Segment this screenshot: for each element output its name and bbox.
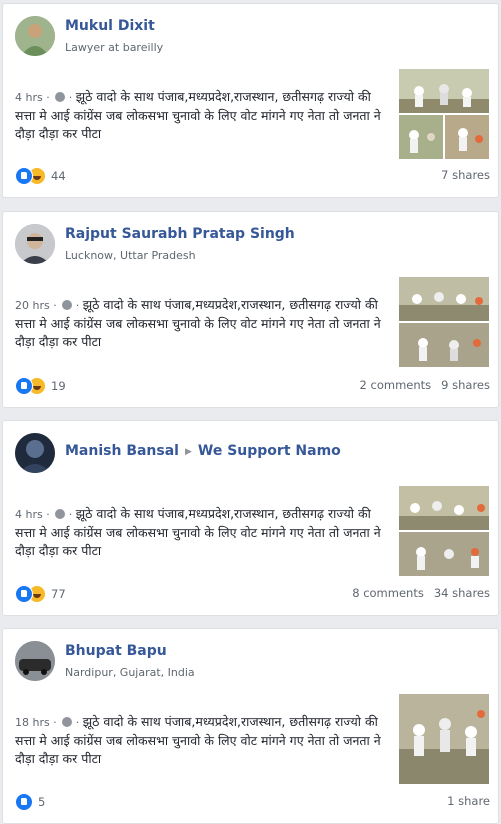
post-image[interactable]	[398, 114, 444, 160]
author-subtitle: Lawyer at bareilly	[65, 41, 164, 54]
post-stats: 8 comments 34 shares	[352, 586, 490, 600]
caret-right-icon: ▶	[184, 447, 192, 457]
post-image[interactable]	[398, 693, 490, 785]
post-text: 4 hrs · · झूठे वादो के साथ पंजाब,मध्यप्र…	[15, 89, 381, 141]
reactions[interactable]: 5	[15, 793, 45, 811]
like-icon	[15, 377, 33, 395]
reaction-count: 44	[51, 169, 66, 183]
post-image[interactable]	[444, 114, 490, 160]
reactions[interactable]: 19	[15, 377, 66, 395]
avatar[interactable]	[15, 224, 55, 264]
author-subtitle: Lucknow, Uttar Pradesh	[65, 249, 196, 262]
globe-icon	[62, 300, 73, 310]
post-image[interactable]	[398, 322, 490, 368]
post-image[interactable]	[398, 68, 490, 114]
globe-icon	[55, 92, 66, 102]
shares-link[interactable]: 1 share	[447, 794, 490, 808]
author-name[interactable]: Bhupat Bapu	[65, 643, 167, 659]
shares-link[interactable]: 34 shares	[434, 586, 490, 600]
target-page[interactable]: We Support Namo	[198, 443, 341, 459]
avatar[interactable]	[15, 433, 55, 473]
post-card: Manish Bansal ▶ We Support Namo 4 hrs · · …	[2, 420, 499, 616]
like-icon	[15, 793, 33, 811]
timestamp[interactable]: 20 hrs · ·	[15, 299, 83, 312]
post-footer: 5 1 share	[15, 793, 490, 811]
reaction-count: 77	[51, 587, 66, 601]
like-icon	[15, 167, 33, 185]
shares-link[interactable]: 9 shares	[441, 378, 490, 392]
author-name[interactable]: Mukul Dixit	[65, 18, 155, 34]
like-icon	[15, 585, 33, 603]
timestamp[interactable]: 18 hrs · ·	[15, 716, 83, 729]
globe-icon	[55, 509, 66, 519]
post-image[interactable]	[398, 276, 490, 322]
reactions[interactable]: 44	[15, 167, 66, 185]
author-name[interactable]: Rajput Saurabh Pratap Singh	[65, 226, 295, 242]
reaction-count: 5	[38, 795, 46, 809]
post-image[interactable]	[398, 485, 490, 531]
timestamp[interactable]: 4 hrs · ·	[15, 508, 76, 521]
comments-link[interactable]: 2 comments	[360, 378, 432, 392]
post-stats: 1 share	[447, 794, 490, 808]
shares-link[interactable]: 7 shares	[441, 168, 490, 182]
author-name[interactable]: Manish Bansal ▶ We Support Namo	[65, 443, 341, 459]
post-stats: 2 comments 9 shares	[360, 378, 490, 392]
post-footer: 19 2 comments 9 shares	[15, 377, 490, 395]
globe-icon	[62, 717, 73, 727]
post-footer: 44 7 shares	[15, 167, 490, 185]
author-subtitle: Nardipur, Gujarat, India	[65, 666, 195, 679]
post-footer: 77 8 comments 34 shares	[15, 585, 490, 603]
post-text: 20 hrs · · झूठे वादो के साथ पंजाब,मध्यप्…	[15, 297, 381, 349]
post-card: Rajput Saurabh Pratap Singh Lucknow, Utt…	[2, 211, 499, 408]
reaction-count: 19	[51, 379, 66, 393]
comments-link[interactable]: 8 comments	[352, 586, 424, 600]
post-image[interactable]	[398, 531, 490, 577]
post-text: 18 hrs · · झूठे वादो के साथ पंजाब,मध्यप्…	[15, 714, 381, 766]
avatar[interactable]	[15, 641, 55, 681]
avatar[interactable]	[15, 16, 55, 56]
post-card: Bhupat Bapu Nardipur, Gujarat, India 18 …	[2, 628, 499, 824]
post-text: 4 hrs · · झूठे वादो के साथ पंजाब,मध्यप्र…	[15, 506, 381, 558]
post-card: Mukul Dixit Lawyer at bareilly 4 hrs · ·…	[2, 3, 499, 198]
timestamp[interactable]: 4 hrs · ·	[15, 91, 76, 104]
post-stats: 7 shares	[441, 168, 490, 182]
reactions[interactable]: 77	[15, 585, 66, 603]
